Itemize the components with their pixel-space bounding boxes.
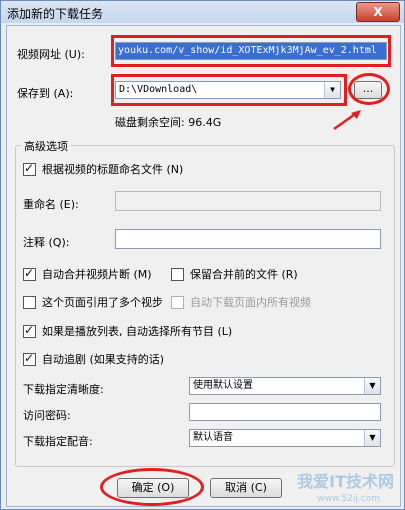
highlight-ok: [100, 468, 204, 506]
quality-label: 下载指定清晰度:: [23, 383, 104, 396]
checkbox-box[interactable]: [23, 295, 36, 309]
chevron-down-icon[interactable]: ▼: [364, 430, 380, 446]
playlist-select-all-label: 如果是播放列表, 自动选择所有节目 (L): [42, 325, 233, 338]
dubbing-label: 下载指定配音:: [23, 435, 93, 448]
highlight-browse: [348, 73, 390, 105]
rename-input[interactable]: [115, 191, 381, 211]
disk-space-text: 磁盘剩余空间: 96.4G: [115, 116, 222, 129]
auto-follow-checkbox[interactable]: 自动追剧 (如果支持的话): [23, 351, 164, 367]
name-by-title-checkbox[interactable]: 根据视频的标题命名文件 (N): [23, 161, 183, 177]
checkbox-box[interactable]: [23, 351, 36, 366]
title-bar[interactable]: 添加新的下载任务 X: [1, 1, 404, 23]
auto-merge-checkbox[interactable]: 自动合并视频片断 (M): [23, 266, 152, 282]
checkbox-box[interactable]: [23, 323, 36, 338]
auto-merge-label: 自动合并视频片断 (M): [42, 268, 152, 281]
checkbox-box[interactable]: [23, 266, 36, 281]
quality-value: 使用默认设置: [193, 380, 253, 391]
multi-video-checkbox[interactable]: 这个页面引用了多个视步: [23, 294, 163, 310]
rename-label: 重命名 (E):: [23, 198, 79, 211]
auto-download-all-label: 自动下载页面内所有视频: [190, 296, 311, 309]
checkbox-box[interactable]: [171, 267, 184, 281]
keep-before-merge-label: 保留合并前的文件 (R): [190, 268, 298, 281]
url-label: 视频网址 (U):: [17, 48, 85, 61]
highlight-save-to: [111, 74, 347, 106]
password-label: 访问密码:: [23, 409, 71, 422]
cancel-button[interactable]: 取消 (C): [210, 478, 282, 498]
quality-combo[interactable]: 使用默认设置 ▼: [189, 377, 381, 395]
keep-before-merge-checkbox[interactable]: 保留合并前的文件 (R): [171, 266, 298, 282]
checkbox-box[interactable]: [171, 295, 184, 309]
comment-input[interactable]: [115, 229, 381, 249]
highlight-url: [111, 35, 391, 67]
dialog-body: 视频网址 (U): youku.com/v_show/id_XOTExMjk3M…: [6, 25, 401, 507]
window-title: 添加新的下载任务: [7, 7, 104, 21]
auto-follow-label: 自动追剧 (如果支持的话): [42, 353, 165, 366]
dubbing-value: 默认语音: [193, 432, 233, 443]
password-input[interactable]: [189, 403, 381, 421]
auto-download-all-checkbox[interactable]: 自动下载页面内所有视频: [171, 294, 311, 310]
watermark-text: 我爱IT技术网: [297, 472, 394, 491]
watermark-url: www.52ij.com: [317, 494, 380, 504]
multi-video-label: 这个页面引用了多个视步: [42, 296, 163, 309]
advanced-title: 高级选项: [21, 138, 71, 154]
comment-label: 注释 (Q):: [23, 236, 70, 249]
close-button[interactable]: X: [356, 2, 400, 22]
dubbing-combo[interactable]: 默认语音 ▼: [189, 429, 381, 447]
arrow-annotation-icon: [333, 110, 361, 131]
chevron-down-icon[interactable]: ▼: [364, 378, 380, 394]
checkbox-box[interactable]: [23, 161, 36, 176]
save-to-label: 保存到 (A):: [17, 87, 74, 100]
playlist-select-all-checkbox[interactable]: 如果是播放列表, 自动选择所有节目 (L): [23, 323, 232, 339]
name-by-title-label: 根据视频的标题命名文件 (N): [42, 163, 184, 176]
dialog-window: 添加新的下载任务 X 视频网址 (U): youku.com/v_show/id…: [0, 0, 405, 510]
